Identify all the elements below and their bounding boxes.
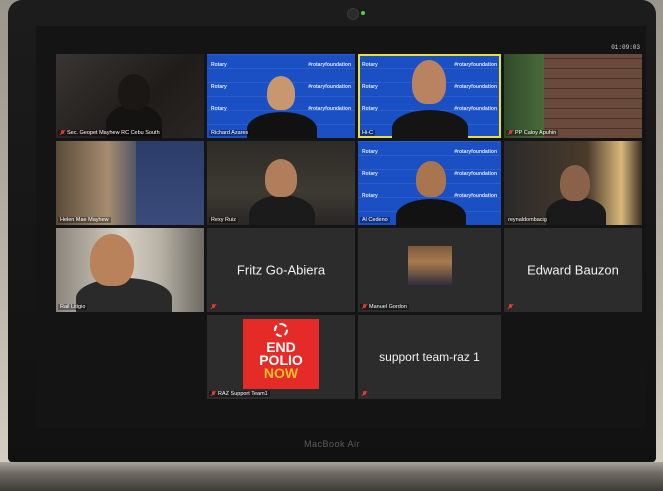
participant-name-label	[506, 304, 515, 310]
participant-name-label: Rexy Ruiz	[209, 217, 239, 223]
participant-head	[118, 74, 150, 110]
participant-name: PP Caloy Apuhin	[515, 130, 557, 136]
camera-icon	[347, 8, 359, 20]
participant-name: Sec. Geopet Mayhew RC Cebu South	[67, 130, 160, 136]
participant-name-label	[360, 391, 369, 397]
rotary-hashtag: #rotaryfoundation	[454, 84, 497, 90]
rotary-logo-text: Rotary	[362, 171, 378, 177]
meeting-timer: 01:09:03	[611, 44, 640, 51]
profile-photo	[408, 246, 452, 286]
rotary-logo-text: Rotary	[211, 84, 227, 90]
mic-muted-icon	[508, 130, 513, 136]
mic-muted-icon	[508, 304, 513, 310]
device-brand-label: MacBook Air	[303, 439, 361, 449]
participant-silhouette	[249, 195, 315, 225]
participant-name: Richard Azares	[211, 130, 249, 136]
participant-silhouette	[392, 110, 468, 138]
participant-head	[90, 234, 134, 286]
video-off-tile[interactable]: Manuel Gordon	[358, 228, 501, 312]
participant-name-label: Hi-C	[360, 130, 375, 136]
rotary-wheel-icon	[274, 323, 288, 337]
rotary-hashtag: #rotaryfoundation	[454, 106, 497, 112]
video-off-tile[interactable]: Fritz Go-Abiera	[207, 228, 355, 312]
zoom-gallery-screen: 01:09:03 Sec. Geopet Mayhew RC Cebu Sout…	[36, 26, 646, 428]
participant-name: Al Cedeno	[362, 217, 388, 223]
rotary-logo-text: Rotary	[362, 62, 378, 68]
participant-name: Manuel Gordon	[369, 304, 407, 310]
participant-name: Rexy Ruiz	[211, 217, 237, 223]
mic-muted-icon	[211, 391, 216, 397]
video-tile[interactable]: Rotary #rotaryfoundation Rotary #rotaryfou…	[207, 54, 355, 138]
blurred-foreground	[136, 141, 204, 225]
participant-name: Rail Litigio	[60, 304, 86, 310]
mic-muted-icon	[211, 304, 216, 310]
end-polio-now-card: END POLIO NOW	[243, 319, 319, 389]
mic-muted-icon	[60, 130, 65, 136]
participant-name-label: Al Cedeno	[360, 217, 390, 223]
participant-name-label	[209, 304, 218, 310]
participant-head	[412, 60, 446, 104]
participant-name: RAZ Support Team1	[218, 391, 268, 397]
participant-silhouette	[247, 112, 317, 138]
rotary-hashtag: #rotaryfoundation	[308, 84, 351, 90]
participant-name-label: Manuel Gordon	[360, 304, 409, 310]
participant-name-label: Sec. Geopet Mayhew RC Cebu South	[58, 130, 162, 136]
video-tile[interactable]: reynaldombacig	[504, 141, 642, 225]
participant-display-name: support team-raz 1	[379, 350, 480, 364]
video-tile[interactable]: Rotary #rotaryfoundation Rotary #rotaryfou…	[358, 141, 501, 225]
participant-name: Hi-C	[362, 130, 373, 136]
participant-name-label: Richard Azares	[209, 130, 251, 136]
rotary-logo-text: Rotary	[211, 106, 227, 112]
video-tile[interactable]: Helen Mae Mayhew	[56, 141, 204, 225]
participant-silhouette	[546, 197, 606, 225]
laptop-lid: 01:09:03 Sec. Geopet Mayhew RC Cebu Sout…	[8, 0, 656, 462]
participant-name-label: Helen Mae Mayhew	[58, 217, 111, 223]
camera-led	[361, 11, 365, 15]
video-off-tile[interactable]: Edward Bauzon	[504, 228, 642, 312]
rotary-logo-text: Rotary	[362, 106, 378, 112]
participant-name-label: Rail Litigio	[58, 304, 88, 310]
participant-name-label: reynaldombacig	[506, 217, 549, 223]
polio-slogan: END POLIO NOW	[259, 340, 303, 381]
video-tile[interactable]: PP Caloy Apuhin	[504, 54, 642, 138]
video-tile[interactable]: END POLIO NOW RAZ Support Team1	[207, 315, 355, 399]
participant-head	[560, 165, 590, 201]
rotary-logo-text: Rotary	[362, 149, 378, 155]
video-tile[interactable]: Sec. Geopet Mayhew RC Cebu South	[56, 54, 204, 138]
laptop-base	[0, 462, 663, 491]
mic-muted-icon	[362, 391, 367, 397]
participant-name: Helen Mae Mayhew	[60, 217, 109, 223]
video-tile[interactable]: Rexy Ruiz	[207, 141, 355, 225]
plant-background	[504, 54, 544, 138]
video-tile[interactable]: Rail Litigio	[56, 228, 204, 312]
participant-name: reynaldombacig	[508, 217, 547, 223]
rotary-hashtag: #rotaryfoundation	[454, 62, 497, 68]
polio-line-3: NOW	[263, 365, 299, 381]
rotary-hashtag: #rotaryfoundation	[454, 171, 497, 177]
participant-name-label: PP Caloy Apuhin	[506, 130, 559, 136]
rotary-hashtag: #rotaryfoundation	[308, 106, 351, 112]
participant-name-label: RAZ Support Team1	[209, 391, 270, 397]
participant-silhouette	[396, 199, 466, 225]
mic-muted-icon	[362, 304, 367, 310]
participant-display-name: Fritz Go-Abiera	[236, 262, 326, 278]
participant-head	[265, 159, 297, 197]
rotary-logo-text: Rotary	[211, 62, 227, 68]
participant-display-name: Edward Bauzon	[527, 262, 619, 278]
video-tile-active-speaker[interactable]: Rotary #rotaryfoundation Rotary #rotaryfou…	[358, 54, 501, 138]
rotary-hashtag: #rotaryfoundation	[454, 149, 497, 155]
video-off-tile[interactable]: support team-raz 1	[358, 315, 501, 399]
rotary-hashtag: #rotaryfoundation	[454, 193, 497, 199]
rotary-logo-text: Rotary	[362, 84, 378, 90]
rotary-hashtag: #rotaryfoundation	[308, 62, 351, 68]
rotary-logo-text: Rotary	[362, 193, 378, 199]
participant-head	[416, 161, 446, 197]
participant-head	[267, 76, 295, 110]
